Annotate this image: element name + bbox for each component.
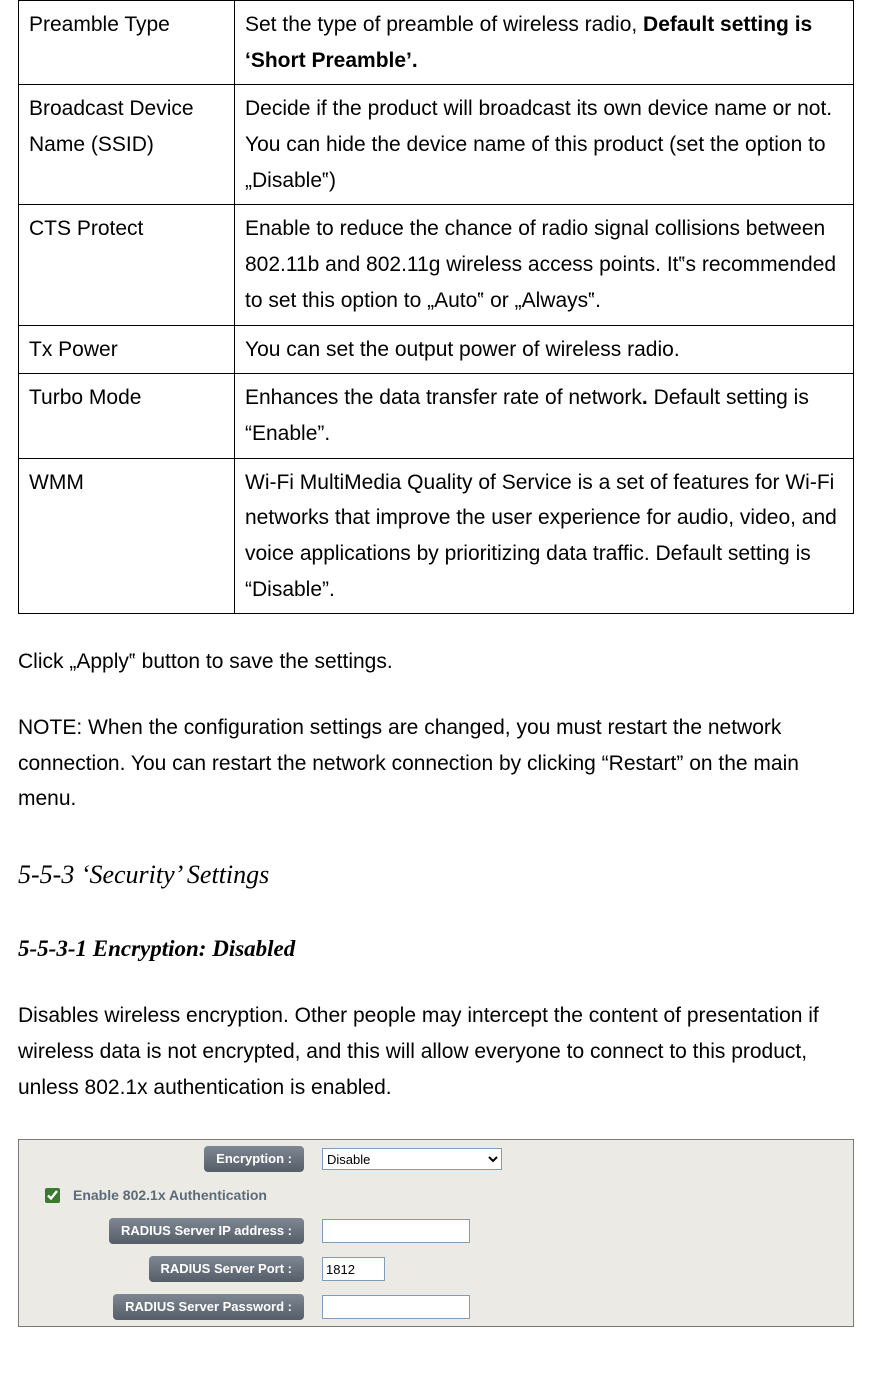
heading-5-5-3-1: 5-5-3-1 Encryption: Disabled xyxy=(18,929,854,968)
cell-val: Decide if the product will broadcast its… xyxy=(235,85,854,205)
radius-port-label: RADIUS Server Port : xyxy=(149,1256,304,1282)
cell-val: Enable to reduce the chance of radio sig… xyxy=(235,205,854,325)
paragraph-note: NOTE: When the configuration settings ar… xyxy=(18,710,854,817)
paragraph-encryption: Disables wireless encryption. Other peop… xyxy=(18,998,854,1105)
cell-key: Preamble Type xyxy=(19,1,235,85)
radius-password-input[interactable] xyxy=(322,1295,470,1319)
security-settings-panel: Encryption : Disable Enable 802.1x Authe… xyxy=(18,1139,854,1327)
radius-port-input[interactable] xyxy=(322,1257,385,1281)
cell-val: Wi-Fi MultiMedia Quality of Service is a… xyxy=(235,458,854,614)
table-row: Turbo Mode Enhances the data transfer ra… xyxy=(19,374,854,458)
cell-val: You can set the output power of wireless… xyxy=(235,325,854,374)
settings-table: Preamble Type Set the type of preamble o… xyxy=(18,0,854,614)
heading-5-5-3: 5-5-3 ‘Security’ Settings xyxy=(18,853,854,897)
encryption-select[interactable]: Disable xyxy=(322,1148,502,1170)
table-row: Tx Power You can set the output power of… xyxy=(19,325,854,374)
table-row: WMM Wi-Fi MultiMedia Quality of Service … xyxy=(19,458,854,614)
radius-password-label: RADIUS Server Password : xyxy=(113,1294,304,1320)
paragraph-apply: Click „Apply‟ button to save the setting… xyxy=(18,644,854,680)
encryption-label: Encryption : xyxy=(204,1146,304,1172)
cell-val: Set the type of preamble of wireless rad… xyxy=(235,1,854,85)
cell-key: Tx Power xyxy=(19,325,235,374)
table-row: Preamble Type Set the type of preamble o… xyxy=(19,1,854,85)
table-row: CTS Protect Enable to reduce the chance … xyxy=(19,205,854,325)
cell-key: Broadcast Device Name (SSID) xyxy=(19,85,235,205)
cell-key: Turbo Mode xyxy=(19,374,235,458)
enable-8021x-checkbox[interactable] xyxy=(45,1188,60,1203)
radius-ip-input[interactable] xyxy=(322,1219,470,1243)
enable-8021x-label: Enable 802.1x Authentication xyxy=(73,1184,267,1208)
table-row: Broadcast Device Name (SSID) Decide if t… xyxy=(19,85,854,205)
radius-ip-label: RADIUS Server IP address : xyxy=(109,1218,304,1244)
cell-val: Enhances the data transfer rate of netwo… xyxy=(235,374,854,458)
cell-key: CTS Protect xyxy=(19,205,235,325)
cell-key: WMM xyxy=(19,458,235,614)
